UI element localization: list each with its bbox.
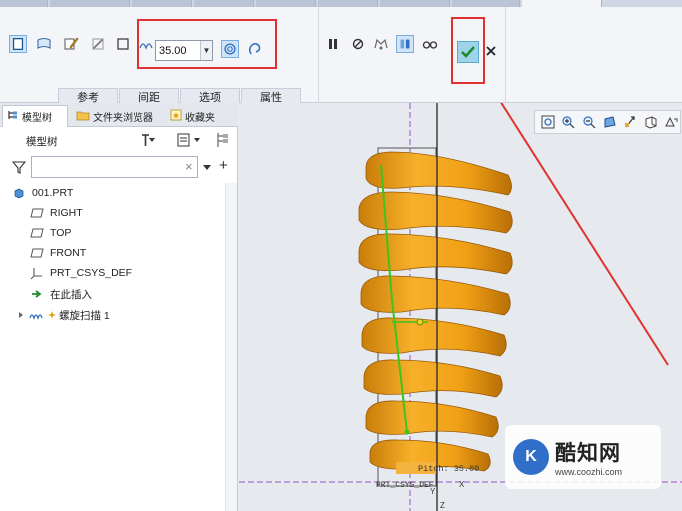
axis-label-y: Y: [430, 487, 436, 496]
glasses-preview-icon[interactable]: [421, 35, 439, 53]
favorites-icon: [170, 109, 182, 124]
thicken-icon[interactable]: [114, 35, 132, 53]
csys-label: PRT_CSYS_DEF: [376, 481, 434, 490]
ribbon-divider-2: [505, 7, 506, 103]
tree-item-label: TOP: [50, 227, 72, 239]
cancel-icon[interactable]: [482, 42, 500, 60]
surface-icon[interactable]: [35, 35, 53, 53]
tab-model-tree[interactable]: 模型树: [2, 105, 68, 127]
tree-item-label: FRONT: [50, 247, 87, 259]
add-icon[interactable]: +: [219, 157, 228, 174]
end-point-marker: [404, 429, 410, 435]
watermark: K 酷知网 www.coozhi.com: [505, 425, 661, 489]
tree-item-label: 螺旋扫描 1: [59, 309, 110, 322]
watermark-url: www.coozhi.com: [555, 467, 623, 477]
tree-item-helical-sweep[interactable]: 螺旋扫描 1: [16, 305, 110, 325]
tab-label: 收藏夹: [185, 112, 215, 124]
tree-scrollbar[interactable]: [225, 183, 237, 511]
tab-label: 模型树: [22, 113, 52, 124]
part-icon: [12, 186, 26, 200]
no-preview-icon[interactable]: [349, 35, 367, 53]
filter-chevron-down-icon[interactable]: [203, 162, 211, 174]
tree-root-item[interactable]: 001.PRT: [12, 183, 73, 203]
model-tree-icon: [7, 109, 19, 124]
tree-settings-icon[interactable]: [140, 132, 162, 151]
tree-item-label: RIGHT: [50, 207, 83, 219]
tree-filter-row: × +: [0, 154, 238, 180]
annotation-arrow-line: [500, 103, 669, 366]
tree-item-csys[interactable]: PRT_CSYS_DEF: [30, 263, 132, 283]
model-tree-panel: 模型树 文件夹浏览器 收藏夹 模型树 × + 001.PRT RIGHT TOP…: [0, 103, 238, 511]
solid-icon[interactable]: [9, 35, 27, 53]
expand-arrow-icon[interactable]: [16, 308, 26, 322]
attached-preview-icon[interactable]: [396, 35, 414, 53]
axis-label-x: X: [459, 480, 465, 489]
panel-tabs: 模型树 文件夹浏览器 收藏夹: [0, 103, 238, 127]
tree-item-top[interactable]: TOP: [30, 223, 71, 243]
datum-plane-icon: [30, 246, 44, 260]
tree-item-insert-here[interactable]: 在此插入: [30, 284, 92, 304]
tree-item-right[interactable]: RIGHT: [30, 203, 83, 223]
pitch-highlight-box: [137, 19, 277, 69]
ribbon-tab-model[interactable]: [50, 0, 130, 7]
tree-root-label: 001.PRT: [32, 187, 74, 199]
ribbon-tab-strip: [0, 0, 682, 7]
pause-icon[interactable]: [324, 35, 342, 53]
datum-plane-icon: [30, 206, 44, 220]
start-point-marker: [416, 318, 424, 326]
tab-folder-browser[interactable]: 文件夹浏览器: [72, 105, 162, 127]
csys-icon: [30, 266, 44, 280]
tree-item-label: PRT_CSYS_DEF: [50, 267, 133, 279]
remove-material-icon[interactable]: [89, 35, 107, 53]
folder-icon: [76, 109, 90, 124]
tree-search-input[interactable]: [31, 156, 198, 178]
tree-header: 模型树: [0, 129, 238, 153]
verify-preview-icon[interactable]: [372, 35, 390, 53]
tree-title: 模型树: [26, 135, 58, 148]
sketch-edit-icon[interactable]: [62, 35, 80, 53]
datum-plane-icon: [30, 226, 44, 240]
ribbon-panel: 35.00 ▼ 参考 间距 选项 属性: [0, 7, 682, 108]
tree-columns-icon[interactable]: [215, 131, 231, 152]
ribbon-tab-tools[interactable]: [318, 0, 378, 7]
helical-sweep-icon: [29, 308, 45, 322]
ribbon-divider: [318, 7, 319, 103]
ribbon-tab-analysis[interactable]: [132, 0, 192, 7]
tree-item-label: 在此插入: [50, 288, 92, 301]
filter-icon[interactable]: [11, 160, 27, 177]
tree-item-front[interactable]: FRONT: [30, 243, 86, 263]
clear-icon[interactable]: ×: [185, 159, 193, 174]
tab-favorites[interactable]: 收藏夹: [166, 105, 228, 127]
ribbon-tab-view[interactable]: [380, 0, 450, 7]
watermark-text: 酷知网 www.coozhi.com: [555, 437, 622, 477]
new-feature-star-icon: [48, 308, 56, 322]
watermark-logo-icon: K: [513, 439, 549, 475]
ribbon-tab-helical-sweep[interactable]: [522, 0, 602, 7]
tab-label: 文件夹浏览器: [93, 112, 153, 124]
ribbon-tab-annotate[interactable]: [194, 0, 254, 7]
insert-arrow-icon: [30, 287, 44, 301]
show-menu-icon[interactable]: [176, 132, 204, 151]
ok-highlight-box: [451, 17, 485, 84]
ribbon-tab-render[interactable]: [256, 0, 316, 7]
axis-label-z: Z: [440, 501, 445, 510]
watermark-brand: 酷知网: [555, 442, 621, 465]
ribbon-tab-flexible[interactable]: [452, 0, 520, 7]
pitch-label[interactable]: Pitch: 35.00: [418, 464, 479, 474]
ribbon-tab-file[interactable]: [0, 0, 48, 7]
